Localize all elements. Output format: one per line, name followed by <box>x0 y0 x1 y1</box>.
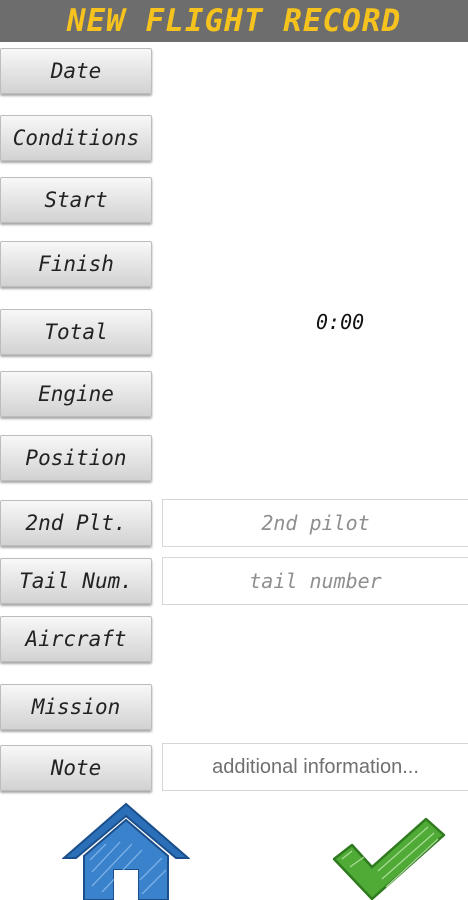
finish-button[interactable]: Finish <box>0 241 152 287</box>
total-button[interactable]: Total <box>0 309 152 355</box>
date-button[interactable]: Date <box>0 48 152 94</box>
page-title: NEW FLIGHT RECORD <box>66 3 402 39</box>
tail-number-field <box>162 557 468 605</box>
second-pilot-button[interactable]: 2nd Plt. <box>0 500 152 546</box>
title-bar: NEW FLIGHT RECORD <box>0 0 468 42</box>
note-field <box>162 743 468 791</box>
tail-number-button[interactable]: Tail Num. <box>0 558 152 604</box>
note-input[interactable] <box>163 754 468 780</box>
position-button[interactable]: Position <box>0 435 152 481</box>
home-icon[interactable] <box>61 800 191 900</box>
second-pilot-field <box>162 499 468 547</box>
conditions-button[interactable]: Conditions <box>0 115 152 161</box>
new-flight-record-screen: NEW FLIGHT RECORD Date Conditions Start … <box>0 0 468 900</box>
mission-button[interactable]: Mission <box>0 684 152 730</box>
engine-button[interactable]: Engine <box>0 371 152 417</box>
checkmark-icon[interactable] <box>330 815 448 900</box>
total-time-value: 0:00 <box>316 310 365 334</box>
note-button[interactable]: Note <box>0 745 152 791</box>
second-pilot-input[interactable] <box>163 510 468 536</box>
aircraft-button[interactable]: Aircraft <box>0 616 152 662</box>
tail-number-input[interactable] <box>163 568 468 594</box>
start-button[interactable]: Start <box>0 177 152 223</box>
